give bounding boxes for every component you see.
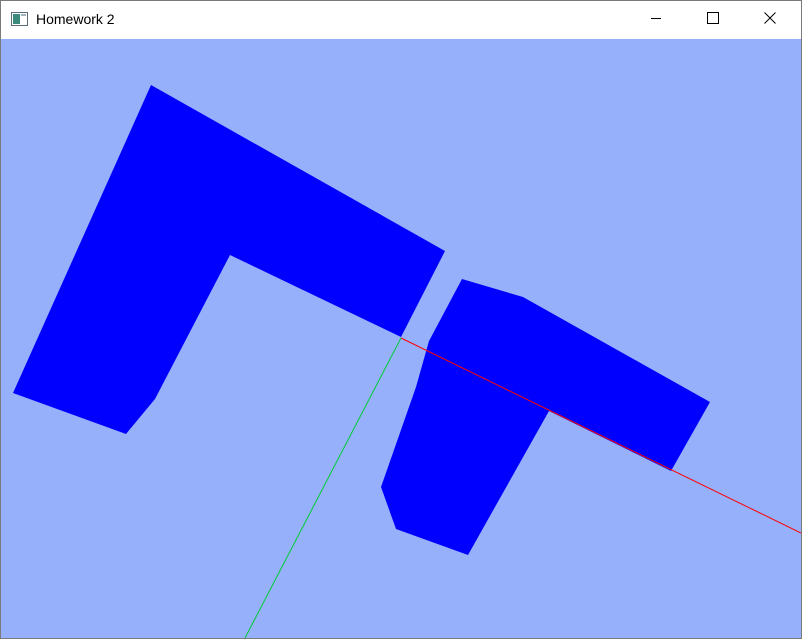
scene-svg [1, 39, 801, 638]
window-title: Homework 2 [36, 11, 115, 27]
title-bar[interactable]: Homework 2 [1, 1, 801, 38]
maximize-button[interactable] [690, 1, 736, 38]
minimize-icon [650, 11, 662, 29]
maximize-icon [707, 11, 719, 29]
render-canvas[interactable] [1, 39, 801, 638]
application-window-icon [11, 12, 29, 26]
close-button[interactable] [747, 1, 793, 38]
minimize-button[interactable] [633, 1, 679, 38]
close-icon [764, 11, 776, 29]
app-window: Homework 2 [0, 0, 802, 639]
